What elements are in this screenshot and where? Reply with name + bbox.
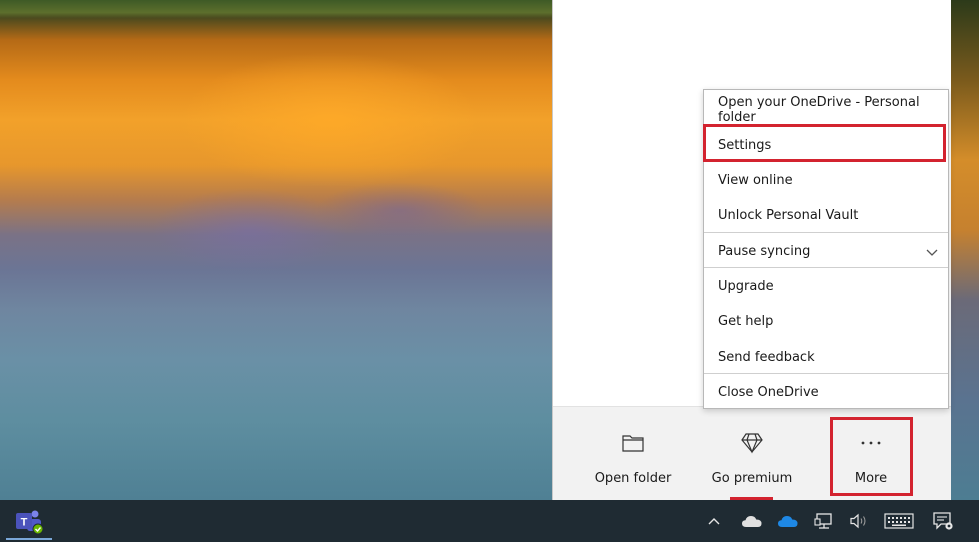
menu-item-label: Upgrade [718,279,774,294]
open-folder-button[interactable]: Open folder [573,407,693,501]
onedrive-cloud-icon[interactable] [738,510,766,532]
menu-item-label: View online [718,173,793,188]
onedrive-blue-cloud-icon[interactable] [776,510,800,532]
svg-text:T: T [21,517,28,529]
menu-item-close-onedrive[interactable]: Close OneDrive [704,375,948,410]
menu-item-unlock-vault[interactable]: Unlock Personal Vault [704,198,948,233]
chevron-down-icon [926,246,938,261]
go-premium-label: Go premium [711,471,793,486]
touch-keyboard-icon[interactable] [882,510,916,532]
menu-item-label: Unlock Personal Vault [718,208,859,223]
menu-item-label: Send feedback [718,350,815,365]
menu-item-send-feedback[interactable]: Send feedback [704,340,948,375]
menu-item-pause-syncing[interactable]: Pause syncing [704,234,948,269]
taskbar: T [0,500,979,542]
menu-item-view-online[interactable]: View online [704,163,948,198]
menu-item-label: Get help [718,314,774,329]
go-premium-button[interactable]: Go premium [692,407,812,501]
menu-item-get-help[interactable]: Get help [704,304,948,339]
open-folder-label: Open folder [594,471,672,486]
active-app-indicator [6,538,52,540]
menu-item-upgrade[interactable]: Upgrade [704,269,948,304]
menu-item-label: Close OneDrive [718,385,819,400]
menu-divider [704,373,948,374]
teams-icon[interactable]: T [12,508,46,536]
volume-icon[interactable] [847,510,871,532]
action-center-icon[interactable] [930,509,956,533]
settings-highlight [703,124,946,162]
menu-divider [704,232,948,233]
wallpaper-right-edge [950,0,979,500]
menu-divider [704,267,948,268]
diamond-icon [740,431,764,455]
chevron-up-icon[interactable] [705,512,723,530]
more-button-highlight [830,417,913,496]
network-icon[interactable] [812,510,836,532]
menu-item-label: Pause syncing [718,244,811,259]
menu-item-label: Open your OneDrive - Personal folder [718,94,920,125]
menu-item-open-folder[interactable]: Open your OneDrive - Personal folder [704,92,948,127]
folder-icon [621,431,645,455]
